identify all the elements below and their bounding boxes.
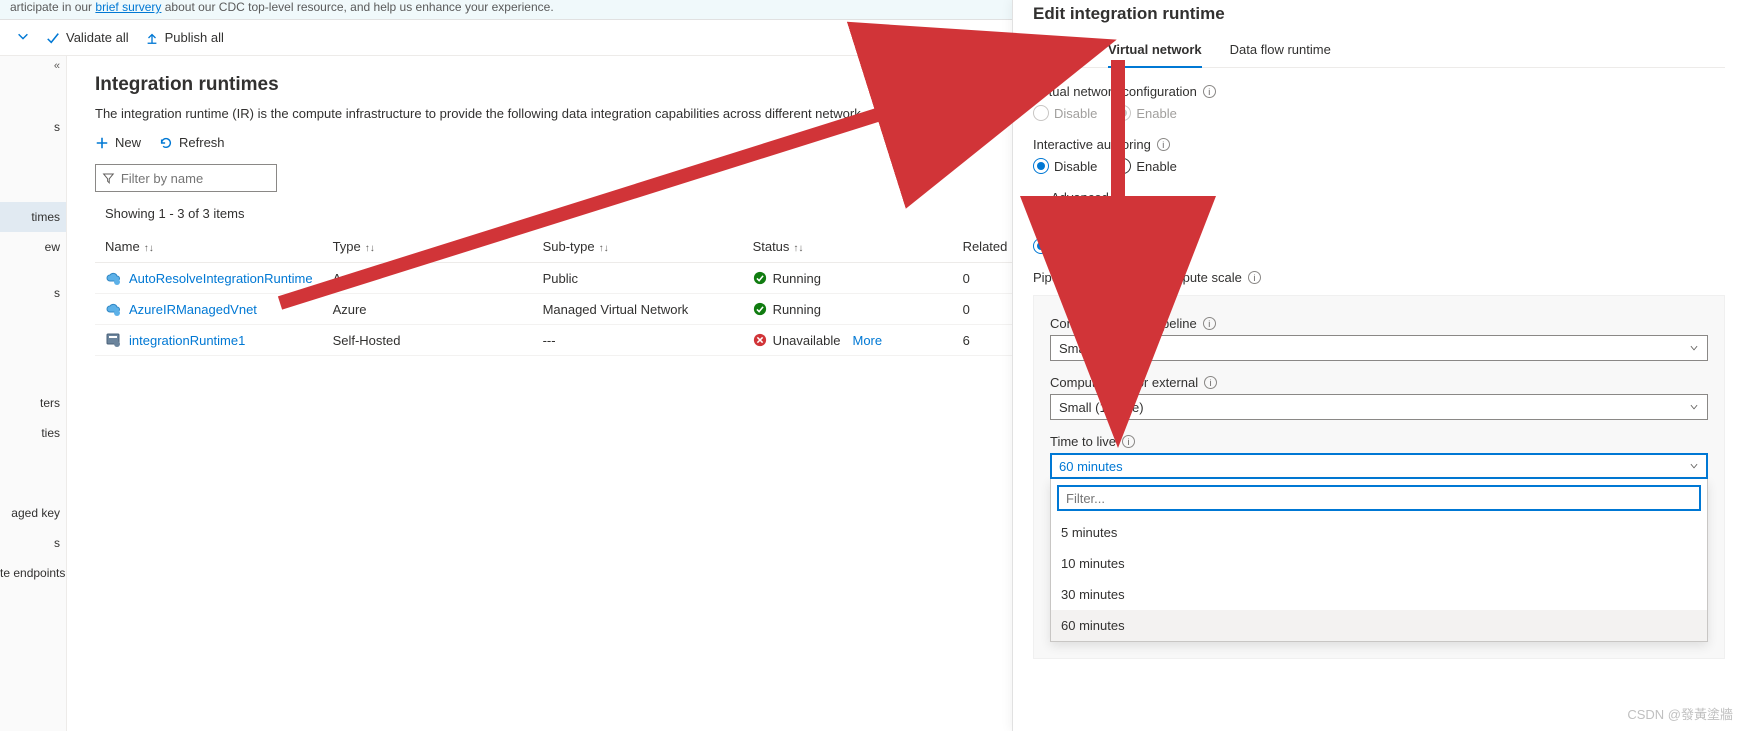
survey-link[interactable]: brief survery	[95, 0, 161, 14]
runtime-status: Running	[753, 302, 943, 317]
scale-settings-block: Compute size for pipelinei Small (1 node…	[1033, 295, 1725, 659]
interactive-disable-radio[interactable]: Disable	[1033, 158, 1097, 174]
info-icon[interactable]: i	[1122, 435, 1135, 448]
filter-icon	[102, 171, 115, 185]
runtime-subtype: Managed Virtual Network	[533, 294, 743, 325]
ttl-option-10[interactable]: 10 minutes	[1051, 548, 1707, 579]
copy-disable-radio[interactable]: Disable	[1033, 238, 1097, 254]
validate-all-button[interactable]: Validate all	[38, 26, 137, 49]
vnet-config-label: Virtual network configurationi	[1033, 84, 1725, 99]
runtime-subtype: ---	[533, 325, 743, 356]
compute-pipeline-label: Compute size for pipelinei	[1050, 316, 1708, 331]
edit-runtime-blade: Edit integration runtime Settings Virtua…	[1012, 0, 1745, 731]
collapse-nav-icon[interactable]: «	[54, 60, 60, 72]
copy-enable-radio[interactable]: Enable	[1115, 238, 1176, 254]
info-icon[interactable]: i	[1203, 85, 1216, 98]
info-icon[interactable]: i	[1157, 138, 1170, 151]
interactive-label: Interactive authoringi	[1033, 137, 1725, 152]
nav-item-runtimes[interactable]: times	[0, 202, 66, 232]
advanced-expander[interactable]: Advanced	[1033, 190, 1725, 205]
runtime-subtype: Public	[533, 263, 743, 294]
new-button[interactable]: New	[95, 135, 141, 150]
publish-all-button[interactable]: Publish all	[137, 26, 232, 49]
ttl-option-5[interactable]: 5 minutes	[1051, 517, 1707, 548]
runtime-name[interactable]: AutoResolveIntegrationRuntime	[105, 270, 313, 286]
filter-box[interactable]	[95, 164, 277, 192]
nav-item-4[interactable]: ters	[0, 388, 66, 418]
learn-more-link[interactable]: Learn more	[947, 106, 1013, 121]
runtime-type: Azure	[323, 294, 533, 325]
toolbar-expand[interactable]	[8, 25, 38, 50]
nav-item-2[interactable]: ew	[0, 232, 66, 262]
copy-scale-label: Copy compute scalei	[1033, 217, 1725, 232]
ttl-select[interactable]: 60 minutes	[1050, 453, 1708, 479]
ttl-option-60[interactable]: 60 minutes	[1051, 610, 1707, 641]
nav-item-5[interactable]: ties	[0, 418, 66, 448]
status-more-link[interactable]: More	[853, 333, 883, 348]
runtime-name[interactable]: integrationRuntime1	[105, 332, 313, 348]
nav-item-3[interactable]: s	[0, 278, 66, 308]
runtime-name[interactable]: AzureIRManagedVnet	[105, 301, 313, 317]
nav-item-0[interactable]: s	[0, 112, 66, 142]
info-icon[interactable]: i	[1203, 317, 1216, 330]
compute-pipeline-select[interactable]: Small (1 node)	[1050, 335, 1708, 361]
blade-title: Edit integration runtime	[1033, 0, 1725, 34]
col-subtype[interactable]: Sub-type↑↓	[533, 231, 743, 263]
compute-external-select[interactable]: Small (1 node)	[1050, 394, 1708, 420]
blade-tabs: Settings Virtual network Data flow runti…	[1033, 34, 1725, 68]
tab-settings[interactable]: Settings	[1033, 34, 1080, 67]
col-status[interactable]: Status↑↓	[743, 231, 953, 263]
info-icon[interactable]: i	[1248, 271, 1261, 284]
info-icon[interactable]: i	[1157, 218, 1170, 231]
watermark: CSDN @發黃塗牆	[1627, 704, 1733, 723]
ttl-filter-input[interactable]	[1057, 485, 1701, 511]
refresh-button[interactable]: Refresh	[159, 135, 225, 150]
col-name[interactable]: Name↑↓	[95, 231, 323, 263]
tab-virtual-network[interactable]: Virtual network	[1108, 34, 1202, 67]
runtime-status: UnavailableMore	[753, 333, 943, 348]
ttl-label: Time to livei	[1050, 434, 1708, 449]
pipe-scale-label: Pipeline and external compute scalei	[1033, 270, 1725, 285]
runtime-type: Self-Hosted	[323, 325, 533, 356]
ttl-option-30[interactable]: 30 minutes	[1051, 579, 1707, 610]
tab-dataflow[interactable]: Data flow runtime	[1230, 34, 1331, 67]
nav-item-8[interactable]: te endpoints	[0, 558, 66, 588]
ttl-dropdown: 5 minutes 10 minutes 30 minutes 60 minut…	[1050, 479, 1708, 642]
nav-item-6[interactable]: aged key	[0, 498, 66, 528]
interactive-enable-radio[interactable]: Enable	[1115, 158, 1176, 174]
runtime-type: Azure	[323, 263, 533, 294]
nav-item-7[interactable]: s	[0, 528, 66, 558]
info-icon[interactable]: i	[1204, 376, 1217, 389]
compute-external-label: Compute size for externali	[1050, 375, 1708, 390]
vnet-enable-radio: Enable	[1115, 105, 1176, 121]
col-type[interactable]: Type↑↓	[323, 231, 533, 263]
runtime-status: Running	[753, 271, 943, 286]
filter-input[interactable]	[115, 171, 270, 186]
left-nav: « s times ew s ters ties aged key s te e…	[0, 56, 67, 731]
vnet-disable-radio: Disable	[1033, 105, 1097, 121]
